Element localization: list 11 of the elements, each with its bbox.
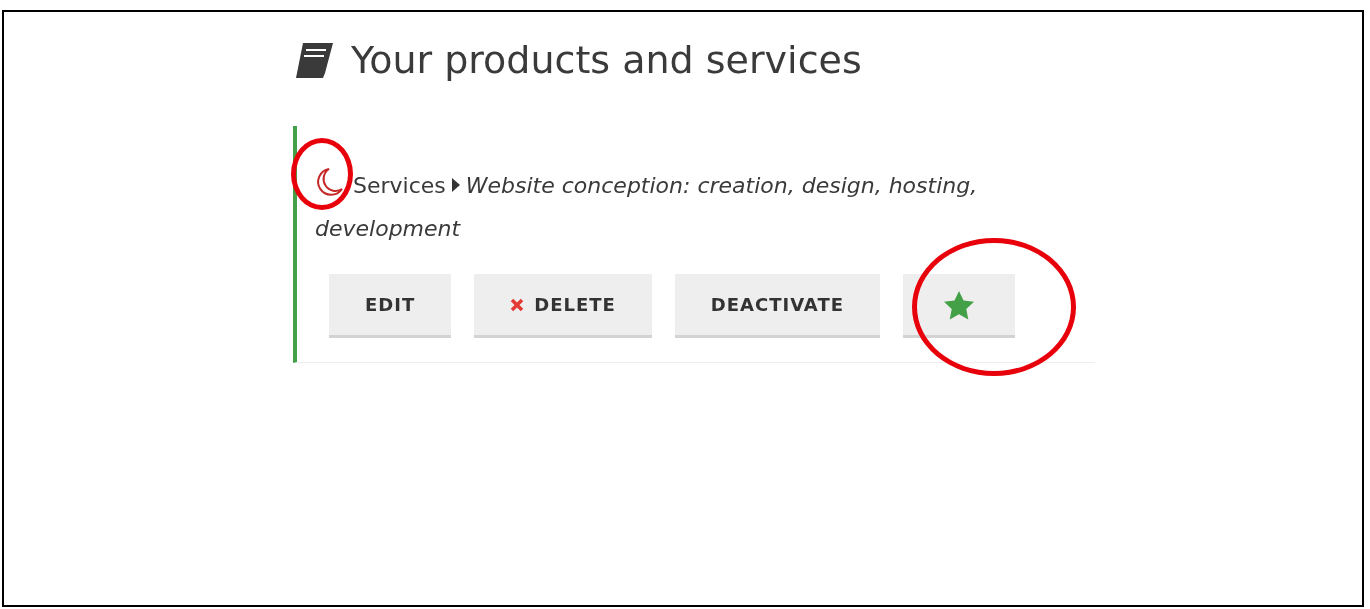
close-icon <box>510 297 525 312</box>
caret-icon <box>451 178 460 192</box>
action-button[interactable]: EDIT <box>329 274 452 338</box>
action-button[interactable]: DEACTIVATE <box>674 274 880 338</box>
star-button[interactable] <box>902 274 1015 338</box>
star-icon <box>942 289 975 320</box>
product-path: Services Website conception: creation, design, hosting, development <box>315 164 1035 250</box>
page-title: Your products and services <box>351 38 862 82</box>
moon-icon <box>315 167 343 197</box>
annotation-circle <box>291 138 353 210</box>
delete-button[interactable]: DELETE <box>474 274 652 338</box>
